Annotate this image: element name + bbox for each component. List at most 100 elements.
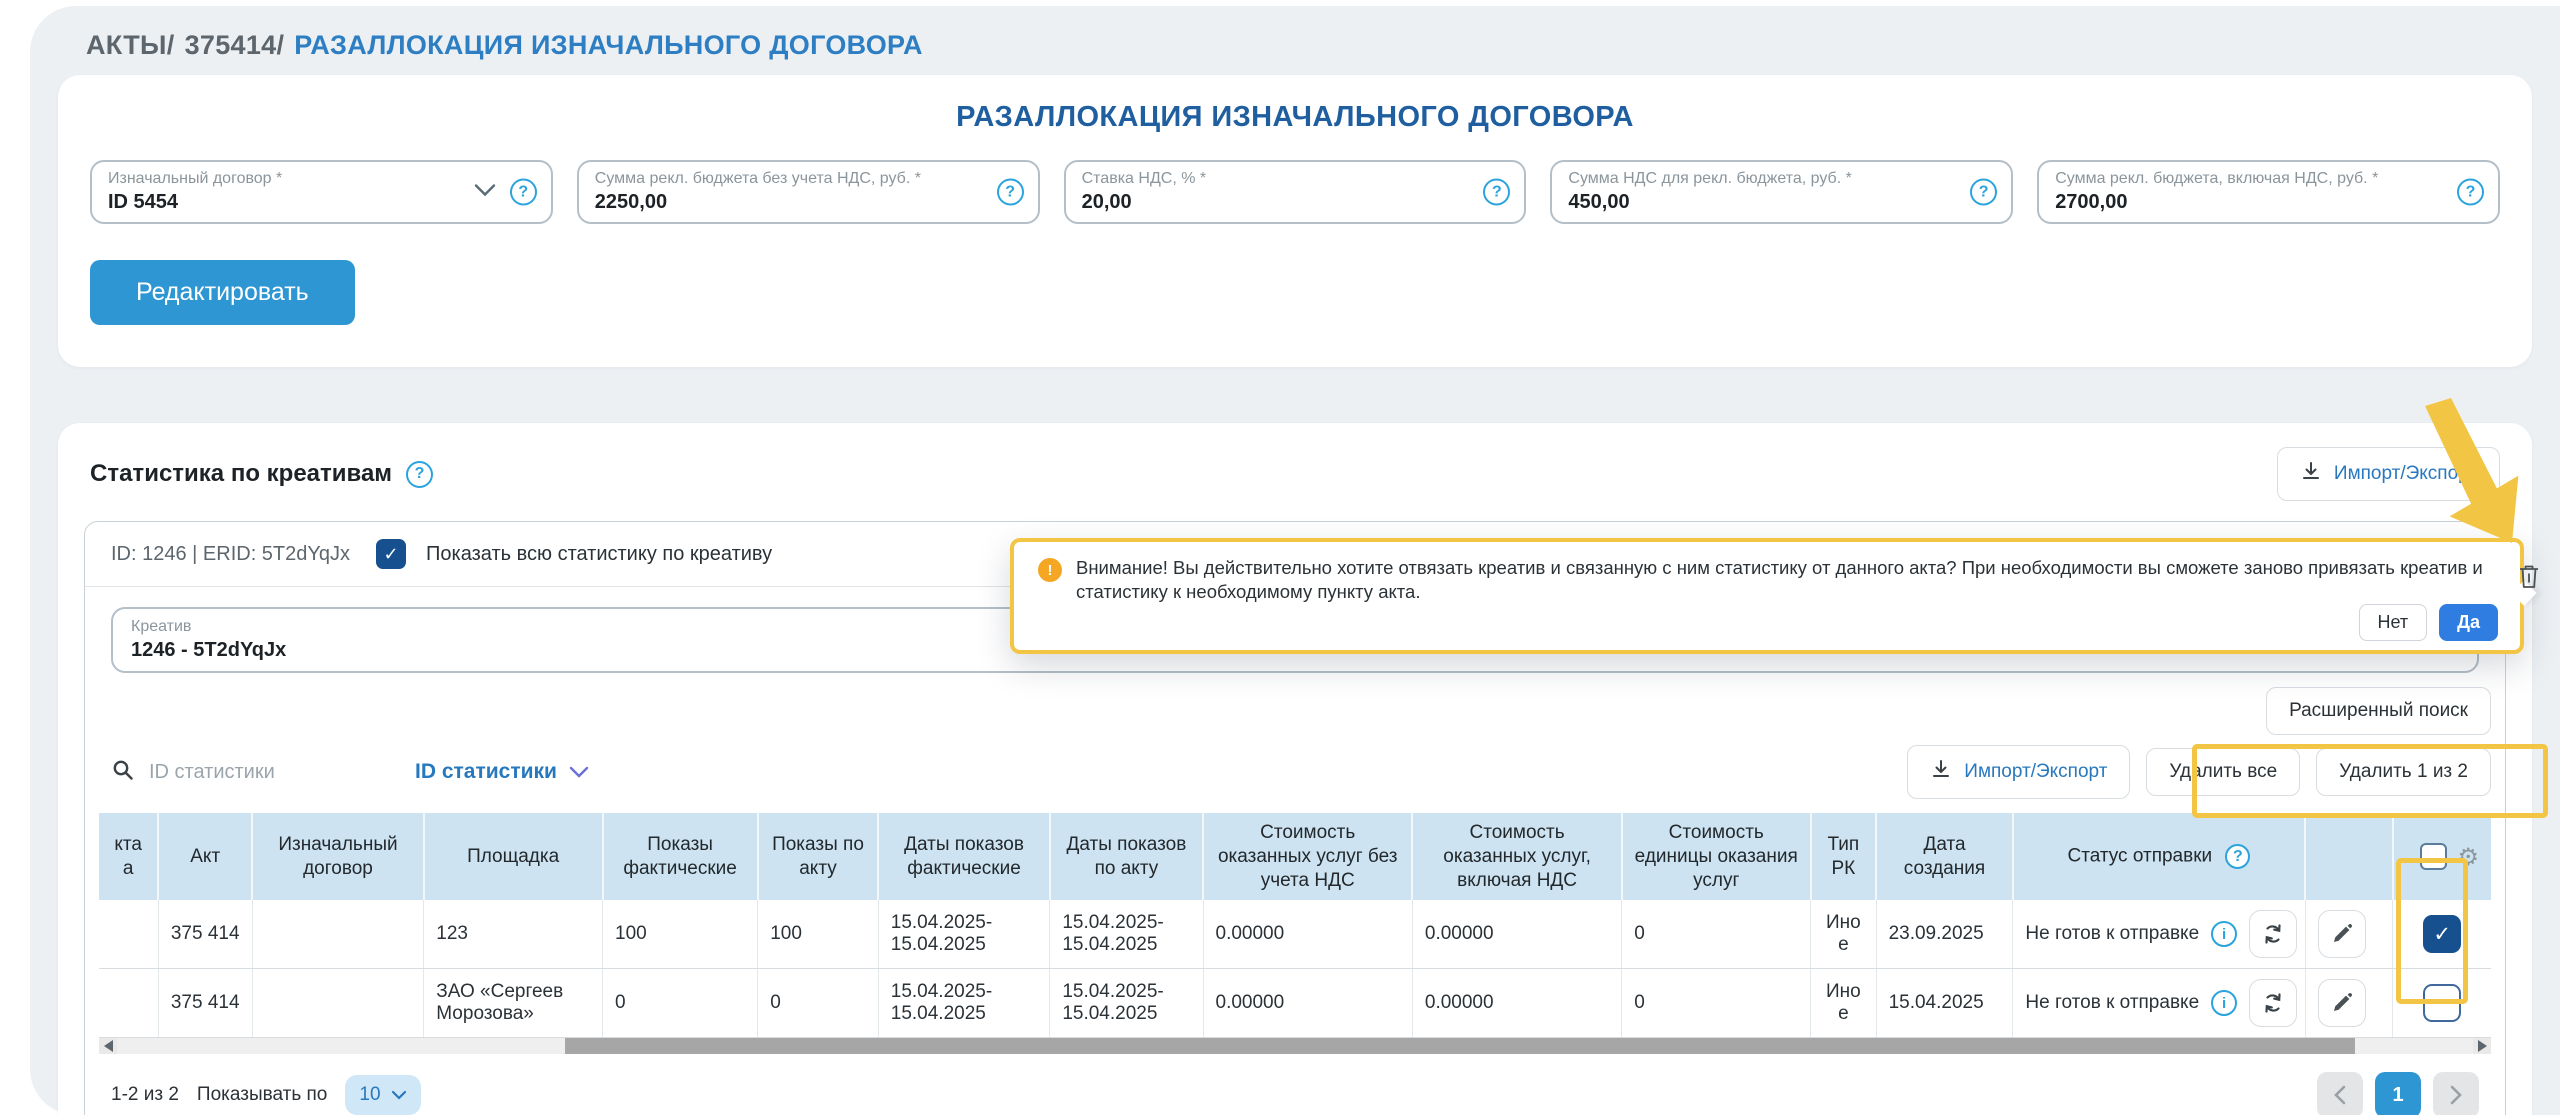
next-page-button[interactable] [2433, 1072, 2479, 1115]
scroll-right-arrow-icon[interactable] [2473, 1038, 2491, 1054]
cell-shows-by-act: 100 [758, 900, 879, 969]
help-icon[interactable]: ? [2457, 179, 2484, 206]
delete-creative-trash-icon[interactable] [2518, 564, 2540, 595]
edit-pencil-button[interactable] [2318, 979, 2366, 1027]
help-icon[interactable]: ? [510, 179, 537, 206]
cell-send-status: Не готов к отправке i [2013, 900, 2305, 969]
show-all-stats-label: Показать всю статистику по креативу [426, 543, 772, 566]
col-rk-type[interactable]: Тип РК [1811, 813, 1876, 900]
col-cost-with-vat[interactable]: Стоимость оказанных услуг, включая НДС [1412, 813, 1621, 900]
col-shows-fact[interactable]: Показы фактические [603, 813, 758, 900]
budget-with-vat-value: 2700,00 [2055, 191, 2482, 214]
table-header-row: кта а Акт Изначальный договор Площадка П… [99, 813, 2491, 900]
page-1-button[interactable]: 1 [2375, 1072, 2421, 1115]
row-checkbox-checked[interactable]: ✓ [2423, 915, 2461, 953]
cell-initial-contract [252, 900, 424, 969]
vat-sum-value: 450,00 [1568, 191, 1995, 214]
row-checkbox-unchecked[interactable] [2423, 984, 2461, 1022]
col-unit-cost[interactable]: Стоимость единицы оказания услуг [1622, 813, 1811, 900]
vat-rate-field[interactable]: Ставка НДС, % * 20,00 ? [1064, 160, 1527, 224]
cell-dates-fact: 15.04.2025-15.04.2025 [878, 969, 1050, 1038]
edit-pencil-button[interactable] [2318, 910, 2366, 958]
statistics-table: кта а Акт Изначальный договор Площадка П… [99, 813, 2491, 1038]
warning-yes-button[interactable]: Да [2439, 604, 2498, 641]
refresh-button[interactable] [2249, 910, 2297, 958]
help-icon[interactable]: ? [1483, 179, 1510, 206]
download-icon [1930, 758, 1952, 786]
cell-dates-fact: 15.04.2025-15.04.2025 [878, 900, 1050, 969]
horizontal-scrollbar[interactable] [99, 1038, 2491, 1054]
col-cost-no-vat[interactable]: Стоимость оказанных услуг без учета НДС [1203, 813, 1412, 900]
scrollbar-track[interactable] [117, 1038, 2473, 1054]
statistics-search-input[interactable] [149, 761, 389, 784]
col-dates-by-act[interactable]: Даты показов по акту [1050, 813, 1203, 900]
gear-icon[interactable]: ⚙ [2457, 845, 2479, 869]
help-icon[interactable]: ? [406, 461, 433, 488]
advanced-search-button[interactable]: Расширенный поиск [2266, 687, 2491, 735]
per-page-label: Показывать по [197, 1084, 327, 1106]
budget-with-vat-field[interactable]: Сумма рекл. бюджета, включая НДС, руб. *… [2037, 160, 2500, 224]
pagination: 1-2 из 2 Показывать по 10 [111, 1072, 2479, 1115]
unlink-warning-popup: ! Внимание! Вы действительно хотите отвя… [1010, 538, 2524, 654]
prev-page-button[interactable] [2317, 1072, 2363, 1115]
table-row: 375 414 123 100 100 15.04.2025-15.04.202… [99, 900, 2491, 969]
import-export-button-top[interactable]: Импорт/Экспорт [2277, 447, 2500, 501]
col-send-status[interactable]: Статус отправки ? [2013, 813, 2305, 900]
per-page-select[interactable]: 10 [345, 1075, 420, 1115]
col-initial-contract[interactable]: Изначальный договор [252, 813, 424, 900]
scroll-left-arrow-icon[interactable] [99, 1038, 117, 1054]
import-export-label: Импорт/Экспорт [2334, 463, 2477, 485]
breadcrumb: АКТЫ/ 375414/ РАЗАЛЛОКАЦИЯ ИЗНАЧАЛЬНОГО … [30, 30, 2560, 61]
status-text: Не готов к отправке [2025, 923, 2199, 945]
refresh-button[interactable] [2249, 979, 2297, 1027]
scrollbar-thumb[interactable] [565, 1038, 2356, 1054]
help-icon[interactable]: ? [997, 179, 1024, 206]
vat-sum-label: Сумма НДС для рекл. бюджета, руб. * [1568, 169, 1995, 188]
info-icon[interactable]: i [2211, 921, 2237, 947]
creative-id-erid: ID: 1246 | ERID: 5T2dYqJx [111, 543, 350, 566]
table-row: 375 414 ЗАО «Сергеев Морозова» 0 0 15.04… [99, 969, 2491, 1038]
cell-created: 23.09.2025 [1876, 900, 2013, 969]
vat-rate-label: Ставка НДС, % * [1082, 169, 1509, 188]
col-act-point[interactable]: кта а [99, 813, 158, 900]
search-field-selector-label: ID статистики [415, 760, 557, 784]
col-created[interactable]: Дата создания [1876, 813, 2013, 900]
vat-sum-field[interactable]: Сумма НДС для рекл. бюджета, руб. * 450,… [1550, 160, 2013, 224]
help-icon[interactable]: ? [2225, 844, 2250, 869]
cell-cost-with-vat: 0.00000 [1412, 969, 1621, 1038]
budget-no-vat-field[interactable]: Сумма рекл. бюджета без учета НДС, руб. … [577, 160, 1040, 224]
col-dates-fact[interactable]: Даты показов фактические [878, 813, 1050, 900]
warning-message: Внимание! Вы действительно хотите отвяза… [1076, 556, 2498, 604]
warning-no-button[interactable]: Нет [2359, 604, 2428, 641]
edit-button[interactable]: Редактировать [90, 260, 355, 325]
cell-cost-with-vat: 0.00000 [1412, 900, 1621, 969]
cell-edit [2305, 969, 2393, 1038]
pagination-summary: 1-2 из 2 [111, 1084, 179, 1106]
info-icon[interactable]: i [2211, 990, 2237, 1016]
search-field-selector[interactable]: ID статистики [415, 760, 589, 784]
col-shows-by-act[interactable]: Показы по акту [758, 813, 879, 900]
show-all-stats-checkbox[interactable]: ✓ [376, 539, 406, 569]
help-icon[interactable]: ? [1970, 179, 1997, 206]
col-select: ⚙ [2393, 813, 2491, 900]
cell-initial-contract [252, 969, 424, 1038]
import-export-button-table[interactable]: Импорт/Экспорт [1907, 745, 2130, 799]
initial-contract-field[interactable]: Изначальный договор * ID 5454 ? [90, 160, 553, 224]
cell-shows-fact: 100 [603, 900, 758, 969]
col-act[interactable]: Акт [158, 813, 252, 900]
cell-cost-no-vat: 0.00000 [1203, 900, 1412, 969]
cell-shows-by-act: 0 [758, 969, 879, 1038]
cell-act: 375 414 [158, 969, 252, 1038]
import-export-label: Импорт/Экспорт [1964, 761, 2107, 783]
chevron-down-icon [569, 760, 589, 784]
select-all-checkbox[interactable] [2420, 843, 2447, 870]
delete-selected-button[interactable]: Удалить 1 из 2 [2316, 748, 2491, 796]
col-platform[interactable]: Площадка [424, 813, 603, 900]
cell-select [2393, 969, 2491, 1038]
delete-all-button[interactable]: Удалить все [2146, 748, 2300, 796]
cell-point [99, 900, 158, 969]
cell-platform: 123 [424, 900, 603, 969]
cell-point [99, 969, 158, 1038]
breadcrumb-record-id[interactable]: 375414/ [185, 30, 285, 61]
breadcrumb-section[interactable]: АКТЫ/ [86, 30, 175, 61]
